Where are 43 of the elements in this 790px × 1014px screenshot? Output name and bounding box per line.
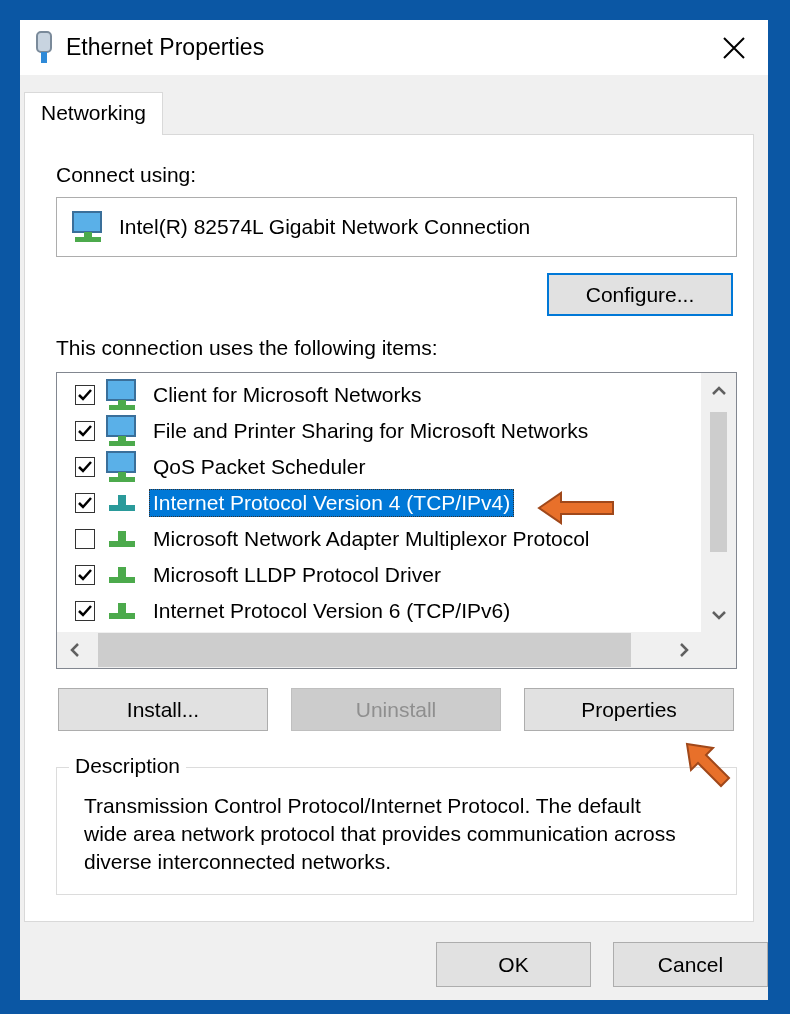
list-item[interactable]: Microsoft Network Adapter Multiplexor Protocol — [57, 521, 701, 557]
checkbox[interactable] — [75, 529, 95, 549]
checkbox[interactable] — [75, 421, 95, 441]
pointer-arrow-icon — [537, 491, 617, 525]
connect-using-label: Connect using: — [56, 163, 198, 187]
item-name: QoS Packet Scheduler — [152, 454, 367, 480]
checkbox[interactable] — [75, 385, 95, 405]
dialog-button[interactable]: Cancel — [613, 942, 768, 987]
list-item[interactable]: Internet Protocol Version 4 (TCP/IPv4) — [57, 485, 701, 521]
list-item[interactable]: QoS Packet Scheduler — [57, 449, 701, 485]
list-item[interactable]: Internet Protocol Version 6 (TCP/IPv6) — [57, 593, 701, 629]
service-monitor-icon — [105, 414, 139, 448]
horizontal-scrollbar[interactable] — [57, 632, 701, 668]
action-button[interactable]: Properties — [524, 688, 734, 731]
item-name: Client for Microsoft Networks — [152, 382, 423, 408]
checkbox[interactable] — [75, 601, 95, 621]
item-name: Microsoft LLDP Protocol Driver — [152, 562, 442, 588]
item-name: File and Printer Sharing for Microsoft Networks — [152, 418, 590, 444]
item-name: Internet Protocol Version 6 (TCP/IPv6) — [152, 598, 512, 624]
description-text: Transmission Control Protocol/Internet Protocol. The default wide area network protocol that provides communication across diverse interconnected networks. — [84, 793, 677, 875]
item-name: Internet Protocol Version 4 (TCP/IPv4) — [149, 489, 515, 517]
tab[interactable]: Networking — [24, 92, 164, 135]
network-adapter-icon — [71, 210, 105, 244]
checkbox[interactable] — [75, 493, 95, 513]
adapter-field: Intel(R) 82574L Gigabit Network Connection — [56, 197, 737, 257]
pointer-arrow-icon — [685, 742, 731, 788]
checkbox[interactable] — [75, 565, 95, 585]
action-button[interactable]: Install... — [58, 688, 268, 731]
list-item[interactable]: Microsoft LLDP Protocol Driver — [57, 557, 701, 593]
list-item[interactable]: Client for Microsoft Networks — [57, 377, 701, 413]
ethernet-plug-icon — [34, 30, 54, 65]
checkbox[interactable] — [75, 457, 95, 477]
client-monitor-icon — [105, 378, 139, 412]
vertical-scrollbar[interactable] — [701, 373, 736, 632]
list-item[interactable]: File and Printer Sharing for Microsoft Networks — [57, 413, 701, 449]
scroll-thumb[interactable] — [98, 633, 631, 667]
window-title: Ethernet Properties — [66, 34, 266, 61]
item-name: Microsoft Network Adapter Multiplexor Protocol — [152, 526, 591, 552]
scroll-thumb[interactable] — [710, 412, 727, 552]
items-label: This connection uses the following items: — [56, 336, 439, 360]
service-monitor-icon — [105, 450, 139, 484]
configure-button[interactable]: Configure... — [547, 273, 733, 316]
dialog-button[interactable]: OK — [436, 942, 591, 987]
